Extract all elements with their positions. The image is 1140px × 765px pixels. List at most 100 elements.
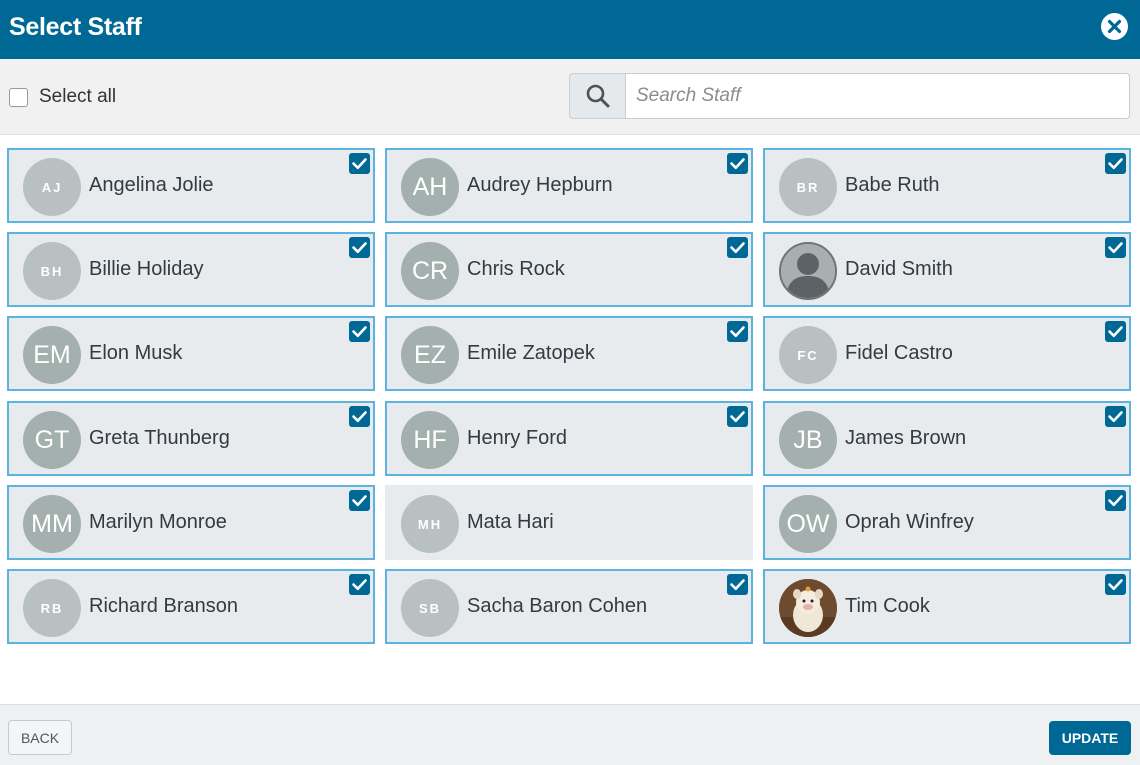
close-icon xyxy=(1107,19,1122,34)
staff-card[interactable]: AH Audrey Hepburn xyxy=(385,148,753,223)
search-button[interactable] xyxy=(569,73,626,119)
select-all-checkbox[interactable]: Select all xyxy=(9,86,117,107)
staff-checkbox[interactable] xyxy=(349,406,370,427)
staff-name: Emile Zatopek xyxy=(467,342,595,364)
search-bar xyxy=(569,73,1130,119)
checkmark-icon xyxy=(1108,495,1123,507)
avatar-initials: CR xyxy=(401,242,459,300)
staff-card[interactable]: CR Chris Rock xyxy=(385,232,753,307)
staff-checkbox[interactable] xyxy=(1105,153,1126,174)
avatar-initials: AJ xyxy=(23,158,81,216)
checkmark-icon xyxy=(352,495,367,507)
checkmark-icon xyxy=(1108,326,1123,338)
checkmark-icon xyxy=(730,579,745,591)
staff-name: Marilyn Monroe xyxy=(89,511,227,533)
avatar-initials: RB xyxy=(23,579,81,637)
staff-card[interactable]: BH Billie Holiday xyxy=(7,232,375,307)
staff-checkbox[interactable] xyxy=(1105,490,1126,511)
avatar-initials: EZ xyxy=(401,326,459,384)
staff-checkbox[interactable] xyxy=(349,490,370,511)
staff-name: Audrey Hepburn xyxy=(467,174,613,196)
person-silhouette-icon xyxy=(781,244,835,298)
staff-card[interactable]: Tim Cook xyxy=(763,569,1131,644)
close-button[interactable] xyxy=(1101,13,1128,40)
staff-name: Richard Branson xyxy=(89,595,238,617)
staff-card[interactable]: BR Babe Ruth xyxy=(763,148,1131,223)
staff-card[interactable]: MH Mata Hari xyxy=(385,485,753,560)
avatar-initials: FC xyxy=(779,326,837,384)
checkmark-icon xyxy=(1108,242,1123,254)
select-all-label: Select all xyxy=(39,86,117,107)
staff-checkbox[interactable] xyxy=(349,153,370,174)
staff-name: Angelina Jolie xyxy=(89,174,214,196)
select-all-box[interactable] xyxy=(9,87,28,107)
back-button[interactable]: BACK xyxy=(8,720,72,755)
staff-card[interactable]: AJ Angelina Jolie xyxy=(7,148,375,223)
staff-checkbox[interactable] xyxy=(1105,406,1126,427)
staff-card[interactable]: HF Henry Ford xyxy=(385,401,753,476)
staff-name: Oprah Winfrey xyxy=(845,511,974,533)
staff-checkbox[interactable] xyxy=(727,321,748,342)
checkmark-icon xyxy=(730,242,745,254)
staff-checkbox[interactable] xyxy=(1105,574,1126,595)
staff-card[interactable]: SB Sacha Baron Cohen xyxy=(385,569,753,644)
staff-name: Elon Musk xyxy=(89,342,183,364)
search-icon xyxy=(586,84,609,108)
staff-card[interactable]: OW Oprah Winfrey xyxy=(763,485,1131,560)
checkmark-icon xyxy=(1108,411,1123,423)
staff-card[interactable]: GT Greta Thunberg xyxy=(7,401,375,476)
avatar-initials: MH xyxy=(401,495,459,553)
staff-card[interactable]: RB Richard Branson xyxy=(7,569,375,644)
staff-card[interactable]: EZ Emile Zatopek xyxy=(385,316,753,391)
staff-name: Greta Thunberg xyxy=(89,427,230,449)
staff-card[interactable]: MM Marilyn Monroe xyxy=(7,485,375,560)
avatar-initials: SB xyxy=(401,579,459,637)
staff-checkbox[interactable] xyxy=(727,406,748,427)
avatar-initials: OW xyxy=(779,495,837,553)
staff-checkbox[interactable] xyxy=(349,574,370,595)
search-input[interactable] xyxy=(626,73,1130,119)
dialog-footer: BACK UPDATE xyxy=(0,704,1140,765)
avatar-initials: MM xyxy=(23,495,81,553)
staff-name: James Brown xyxy=(845,427,967,449)
staff-name: Henry Ford xyxy=(467,427,568,449)
staff-name: Chris Rock xyxy=(467,258,565,280)
staff-name: Mata Hari xyxy=(467,511,554,533)
staff-name: Tim Cook xyxy=(845,595,930,617)
avatar xyxy=(779,242,837,300)
avatar-initials: JB xyxy=(779,411,837,469)
toolbar: Select all xyxy=(0,59,1140,135)
staff-card[interactable]: EM Elon Musk xyxy=(7,316,375,391)
plush-toy-photo xyxy=(779,579,837,637)
dialog-title: Select Staff xyxy=(9,13,142,41)
staff-checkbox[interactable] xyxy=(349,321,370,342)
staff-name: Billie Holiday xyxy=(89,258,204,280)
staff-checkbox[interactable] xyxy=(349,237,370,258)
staff-checkbox[interactable] xyxy=(1105,321,1126,342)
staff-card[interactable]: FC Fidel Castro xyxy=(763,316,1131,391)
staff-name: Fidel Castro xyxy=(845,342,953,364)
staff-checkbox[interactable] xyxy=(727,153,748,174)
staff-name: Babe Ruth xyxy=(845,174,940,196)
staff-checkbox[interactable] xyxy=(727,237,748,258)
staff-name: David Smith xyxy=(845,258,953,280)
checkmark-icon xyxy=(352,411,367,423)
update-button[interactable]: UPDATE xyxy=(1049,721,1131,755)
staff-checkbox[interactable] xyxy=(727,574,748,595)
staff-checkbox[interactable] xyxy=(1105,237,1126,258)
checkmark-icon xyxy=(352,158,367,170)
checkmark-icon xyxy=(352,242,367,254)
avatar xyxy=(779,579,837,637)
checkmark-icon xyxy=(730,158,745,170)
checkmark-icon xyxy=(730,411,745,423)
avatar-initials: BR xyxy=(779,158,837,216)
checkmark-icon xyxy=(352,579,367,591)
avatar-initials: BH xyxy=(23,242,81,300)
staff-card[interactable]: JB James Brown xyxy=(763,401,1131,476)
checkmark-icon xyxy=(1108,579,1123,591)
checkmark-icon xyxy=(730,326,745,338)
staff-card[interactable]: David Smith xyxy=(763,232,1131,307)
staff-name: Sacha Baron Cohen xyxy=(467,595,648,617)
avatar-initials: HF xyxy=(401,411,459,469)
checkmark-icon xyxy=(1108,158,1123,170)
